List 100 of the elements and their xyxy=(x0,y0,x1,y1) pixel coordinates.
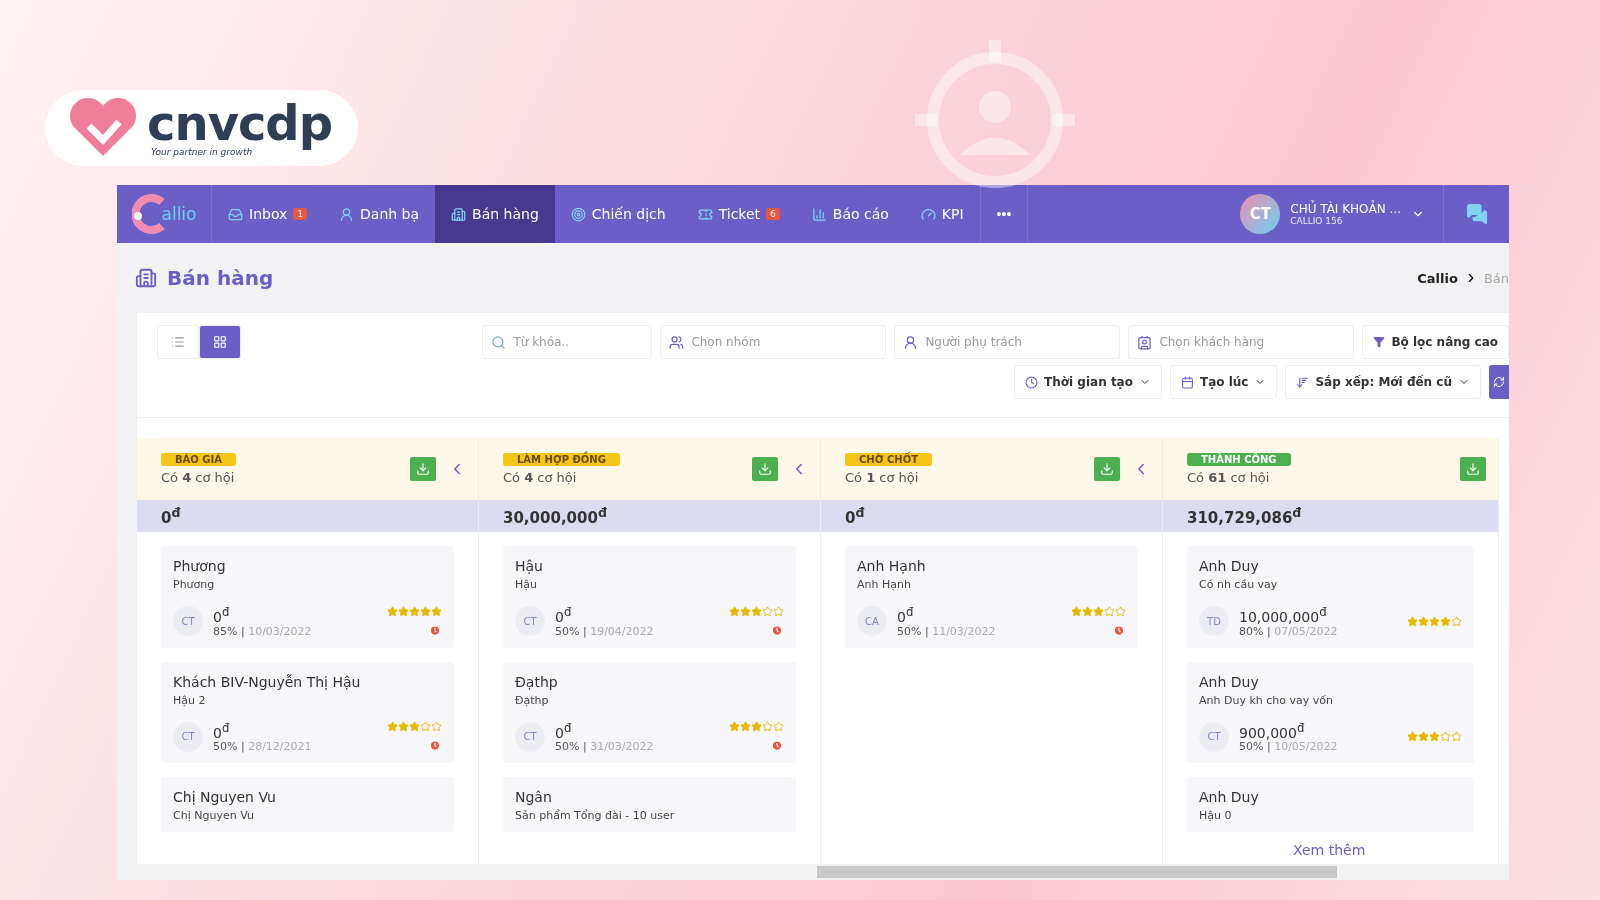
contact-card-icon xyxy=(1137,335,1153,350)
stage-label: BÁO GIÁ xyxy=(161,453,236,466)
deal-meta: 80% | 07/05/2022 xyxy=(1239,624,1339,638)
nav-tab[interactable]: Báo cáo xyxy=(795,185,905,243)
brand-tagline: Your partner in growth xyxy=(151,147,253,157)
owner-avatar: CA xyxy=(857,606,887,637)
deal-subtitle: Phương xyxy=(173,578,216,591)
owner-field[interactable]: Người phụ trách xyxy=(894,325,1121,359)
deal-meta: 50% | 28/12/2021 xyxy=(213,740,313,754)
download-icon xyxy=(758,462,772,476)
deal-card[interactable]: Chị Nguyen Vu Chị Nguyen Vu xyxy=(161,777,454,833)
deal-card[interactable]: Anh Duy Có nh cầu vay TD 10,000,000$^{đ}$ 80% | 07/05/2022 xyxy=(1187,546,1474,648)
user-name: CHỦ TÀI KHOẢN ... xyxy=(1290,202,1401,216)
download-button[interactable] xyxy=(410,457,436,481)
stage-total: 310,729,086$^{đ}$ xyxy=(1163,500,1498,532)
nav-tab[interactable]: Ticket 6 xyxy=(681,185,796,243)
nav-tab[interactable]: Chiến dịch xyxy=(554,185,682,243)
deal-title: Chị Nguyen Vu xyxy=(173,789,277,806)
customer-field[interactable]: Chọn khách hàng xyxy=(1128,325,1355,359)
deal-card[interactable]: Ngân Sản phẩm Tổng đài - 10 user xyxy=(503,777,796,833)
deal-card[interactable]: Anh Duy Hậu 0 xyxy=(1187,777,1474,833)
refresh-icon xyxy=(1493,376,1505,388)
stage-label: THÀNH CÔNG xyxy=(1187,453,1291,466)
deal-card[interactable]: Phương Phương CT 0$^{đ}$ 85% | 10/03/2022 xyxy=(161,546,454,648)
deal-amount: 0$^{đ}$ xyxy=(213,605,231,625)
deal-meta: 50% | 11/03/2022 xyxy=(897,624,997,638)
stage-label: LÀM HỢP ĐỒNG xyxy=(503,453,620,466)
owner-avatar: CT xyxy=(515,606,545,637)
download-button[interactable] xyxy=(752,457,778,481)
deal-card[interactable]: Anh Duy Anh Duy kh cho vay vốn CT 900,000$^{đ}$ 50% | 10/05/2022 xyxy=(1187,661,1474,764)
deal-meta: 85% | 10/03/2022 xyxy=(213,624,313,638)
stage-total: 30,000,000$^{đ}$ xyxy=(479,500,820,532)
page-title: Bán hàng xyxy=(167,266,274,290)
download-icon xyxy=(416,462,430,476)
heart-icon xyxy=(67,98,139,158)
calendar-icon xyxy=(1180,375,1194,389)
deal-amount: 0$^{đ}$ xyxy=(555,720,573,741)
stage-total: 0$^{đ}$ xyxy=(137,500,478,532)
search-field[interactable]: Từ khóa.. xyxy=(482,325,653,359)
nav-icon xyxy=(339,206,355,222)
deal-card[interactable]: Khách BIV-Nguyễn Thị Hậu Hậu 2 CT 0$^{đ}$ 50% | 28/12/2021 xyxy=(161,661,454,764)
deal-title: Khách BIV-Nguyễn Thị Hậu xyxy=(173,673,362,690)
nav-tab[interactable]: Danh bạ xyxy=(323,185,436,243)
breadcrumb-link[interactable]: Callio xyxy=(1417,270,1458,286)
filter-dropdown[interactable]: Thời gian tạo xyxy=(1014,365,1162,399)
deal-title: Anh Duy xyxy=(1199,789,1260,806)
see-more-link[interactable]: Xem thêm xyxy=(1293,842,1366,858)
deal-meta: 50% | 19/04/2022 xyxy=(555,624,655,638)
download-icon xyxy=(1466,462,1480,476)
download-button[interactable] xyxy=(1094,457,1120,481)
filter-icon xyxy=(1373,336,1386,348)
deal-subtitle: Anh Hạnh xyxy=(857,578,912,591)
count-badge: 6 xyxy=(766,208,780,220)
advanced-filter-button[interactable]: Bộ lọc nâng cao xyxy=(1362,325,1509,359)
deal-title: Anh Duy xyxy=(1199,558,1260,574)
clock-icon xyxy=(1025,375,1039,389)
more-button[interactable]: ••• xyxy=(979,185,1029,243)
refresh-button[interactable] xyxy=(1489,365,1509,399)
nav-icon xyxy=(451,206,467,222)
owner-avatar: CT xyxy=(173,606,203,637)
deal-title: Hậu xyxy=(515,558,544,574)
owner-avatar: CT xyxy=(515,722,545,752)
owner-avatar: CT xyxy=(173,722,203,752)
deal-title: Anh Duy xyxy=(1199,673,1260,690)
deal-count: Có 4 cơ hội xyxy=(161,470,236,485)
filter-dropdown[interactable]: Sắp xếp: Mới đến cũ xyxy=(1285,365,1481,399)
deal-card[interactable]: Hậu Hậu CT 0$^{đ}$ 50% | 19/04/2022 xyxy=(503,546,796,648)
search-icon xyxy=(491,335,507,350)
nav-icon xyxy=(697,206,713,222)
sort-icon xyxy=(1296,375,1310,389)
deal-amount: 0$^{đ}$ xyxy=(213,720,231,741)
nav-icon xyxy=(228,206,243,222)
nav-tab[interactable]: Inbox 1 xyxy=(212,185,324,243)
deal-meta: 50% | 10/05/2022 xyxy=(1239,740,1339,754)
deal-amount: 900,000$^{đ}$ xyxy=(1239,720,1306,741)
user-menu[interactable]: CT CHỦ TÀI KHOẢN ... CALLIO 156 xyxy=(1222,185,1443,243)
scrollbar-thumb[interactable] xyxy=(817,866,1337,878)
group-field[interactable]: Chọn nhóm xyxy=(660,325,887,359)
download-button[interactable] xyxy=(1460,457,1486,481)
download-icon xyxy=(1100,462,1114,476)
deal-title: Ngân xyxy=(515,789,553,806)
deal-subtitle: Hậu 2 xyxy=(173,693,207,707)
account-name: CALLIO 156 xyxy=(1290,216,1343,226)
deal-card[interactable]: Đạthp Đạthp CT 0$^{đ}$ 50% | 31/03/2022 xyxy=(503,661,796,764)
count-badge: 1 xyxy=(293,208,308,220)
deal-count: Có 61 cơ hội xyxy=(1187,470,1271,485)
stage-label: CHỜ CHỐT xyxy=(845,453,932,466)
owner-avatar: CT xyxy=(1199,722,1229,752)
filter-dropdown[interactable]: Tạo lúc xyxy=(1169,365,1278,399)
nav-tab[interactable]: Bán hàng xyxy=(435,185,555,243)
nav-icon xyxy=(920,206,936,222)
deal-subtitle: Sản phẩm Tổng đài - 10 user xyxy=(515,809,676,823)
view-toggle[interactable] xyxy=(157,325,199,359)
user-avatar: CT xyxy=(1240,194,1281,234)
deal-title: Đạthp xyxy=(515,673,559,690)
nav-tab[interactable]: KPI xyxy=(904,185,980,243)
deal-title: Anh Hạnh xyxy=(857,558,927,574)
deal-subtitle: Hậu 0 xyxy=(1199,809,1233,823)
view-toggle[interactable] xyxy=(199,325,241,359)
deal-card[interactable]: Anh Hạnh Anh Hạnh CA 0$^{đ}$ 50% | 11/03/2022 xyxy=(845,546,1138,648)
